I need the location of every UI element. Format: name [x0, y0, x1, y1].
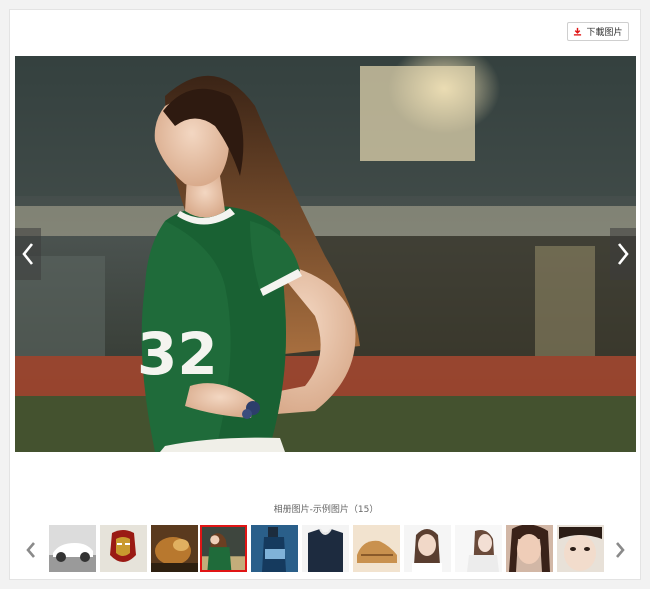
thumbnail-woman-closeup[interactable]	[557, 525, 604, 572]
thumbnail-animal[interactable]	[151, 525, 198, 572]
thumbnails-prev-button[interactable]	[23, 538, 39, 562]
chevron-right-icon	[617, 243, 629, 265]
thumbnail-iron-man[interactable]	[100, 525, 147, 572]
thumbnail-dark-clothing[interactable]	[302, 525, 349, 572]
download-icon	[574, 27, 582, 36]
thumbnail-white-car[interactable]	[49, 525, 96, 572]
thumbnail-woman-portrait[interactable]	[404, 525, 451, 572]
gallery-frame: 下載图片 32 相册图片-示例图片（15）	[9, 9, 641, 580]
main-photo: 32	[15, 56, 636, 452]
thumbnail-woman-white[interactable]	[455, 525, 502, 572]
download-label: 下載图片	[586, 28, 623, 38]
thumbnails-next-button[interactable]	[612, 538, 628, 562]
next-photo-button[interactable]	[610, 228, 636, 280]
chevron-left-icon	[26, 542, 35, 558]
chevron-left-icon	[22, 243, 34, 265]
chevron-right-icon	[616, 542, 625, 558]
photo-caption: 相册图片-示例图片（15）	[273, 505, 379, 515]
thumbnail-shoes[interactable]	[353, 525, 400, 572]
prev-photo-button[interactable]	[15, 228, 41, 280]
thumbnail-woman-green-shirt[interactable]	[200, 525, 247, 572]
thumbnail-woman-face[interactable]	[506, 525, 553, 572]
thumbnail-bottle[interactable]	[251, 525, 298, 572]
jersey-number: 32	[137, 320, 218, 388]
download-button[interactable]: 下載图片	[567, 22, 629, 41]
